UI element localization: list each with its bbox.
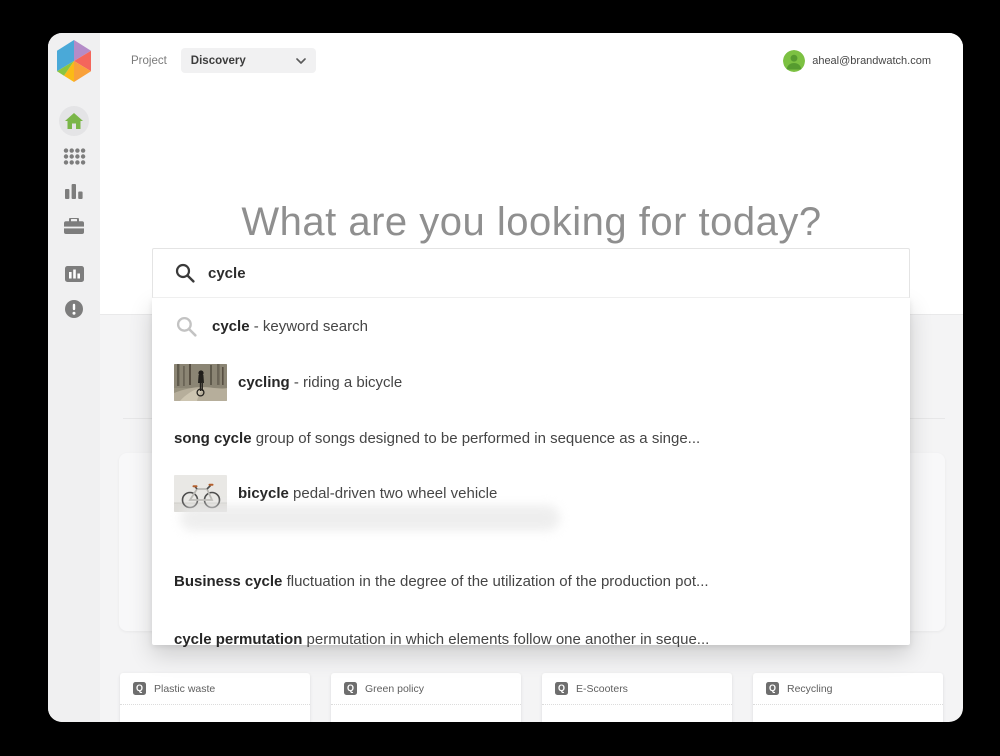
suggestion-text: cycling - riding a bicycle <box>238 374 402 391</box>
project-selector-value: Discovery <box>191 55 246 67</box>
query-card-header: Q Plastic waste <box>120 673 310 705</box>
cycling-photo-thumbnail <box>174 364 227 401</box>
chevron-down-icon <box>296 58 306 64</box>
query-icon: Q <box>344 682 357 695</box>
search-suggestions-dropdown: cycle - keyword search <box>152 298 910 645</box>
home-icon <box>65 113 83 129</box>
search-input[interactable] <box>208 265 909 282</box>
suggestion-item-song-cycle[interactable]: song cycle group of songs designed to be… <box>152 411 910 466</box>
query-card-label: Recycling <box>787 683 833 695</box>
topbar: Project Discovery aheal@brandwatch.com <box>100 33 963 88</box>
query-icon: Q <box>555 682 568 695</box>
person-icon <box>783 50 805 72</box>
suggestion-item-cycling[interactable]: cycling - riding a bicycle <box>152 354 910 411</box>
project-selector[interactable]: Discovery <box>181 48 316 73</box>
suggestion-text: bicycle pedal-driven two wheel vehicle <box>238 485 497 502</box>
user-account[interactable]: aheal@brandwatch.com <box>783 50 931 72</box>
search-box <box>152 248 910 298</box>
query-card-green-policy[interactable]: Q Green policy <box>331 673 521 722</box>
query-card-header: Q E-Scooters <box>542 673 732 705</box>
query-card-label: E-Scooters <box>576 683 628 695</box>
project-label: Project <box>131 55 167 67</box>
hover-smudge <box>180 505 560 531</box>
briefcase-icon <box>64 218 84 234</box>
query-card-e-scooters[interactable]: Q E-Scooters <box>542 673 732 722</box>
query-card-label: Plastic waste <box>154 683 215 695</box>
sidebar-item-apps[interactable] <box>48 140 100 172</box>
sidebar-item-home[interactable] <box>48 105 100 137</box>
query-card-header: Q Green policy <box>331 673 521 705</box>
sidebar-item-projects[interactable] <box>48 210 100 242</box>
dots-grid-icon <box>63 148 86 165</box>
sidebar-item-analytics[interactable] <box>48 175 100 207</box>
query-card-header: Q Recycling <box>753 673 943 705</box>
avatar[interactable] <box>783 50 805 72</box>
search-icon <box>176 316 200 337</box>
search-icon <box>175 263 195 283</box>
app-window: Project Discovery aheal@brandwatch.com W… <box>48 33 963 722</box>
query-card-label: Green policy <box>365 683 424 695</box>
sidebar-nav <box>48 105 100 325</box>
alert-icon <box>65 300 83 318</box>
brandwatch-logo[interactable] <box>54 39 94 83</box>
query-card-recycling[interactable]: Q Recycling <box>753 673 943 722</box>
bar-chart-icon <box>65 184 83 199</box>
sidebar-item-dashboards[interactable] <box>48 258 100 290</box>
suggestion-text: Business cycle fluctuation in the degree… <box>174 573 709 590</box>
user-email: aheal@brandwatch.com <box>812 55 931 67</box>
brandwatch-logo-icon <box>54 39 94 83</box>
sidebar-item-alerts[interactable] <box>48 293 100 325</box>
query-icon: Q <box>133 682 146 695</box>
suggestion-item-cycle-permutation[interactable]: cycle permutation permutation in which e… <box>152 611 910 668</box>
page-title: What are you looking for today? <box>100 200 963 245</box>
suggestion-item-business-cycle[interactable]: Business cycle fluctuation in the degree… <box>152 551 910 611</box>
suggestion-text: cycle permutation permutation in which e… <box>174 631 709 648</box>
suggestion-text: cycle - keyword search <box>212 318 368 335</box>
suggestion-item-keyword[interactable]: cycle - keyword search <box>152 298 910 354</box>
query-card-plastic-waste[interactable]: Q Plastic waste <box>120 673 310 722</box>
dashboard-chart-icon <box>65 266 84 282</box>
query-icon: Q <box>766 682 779 695</box>
suggestion-text: song cycle group of songs designed to be… <box>174 430 700 447</box>
sidebar <box>48 33 100 722</box>
